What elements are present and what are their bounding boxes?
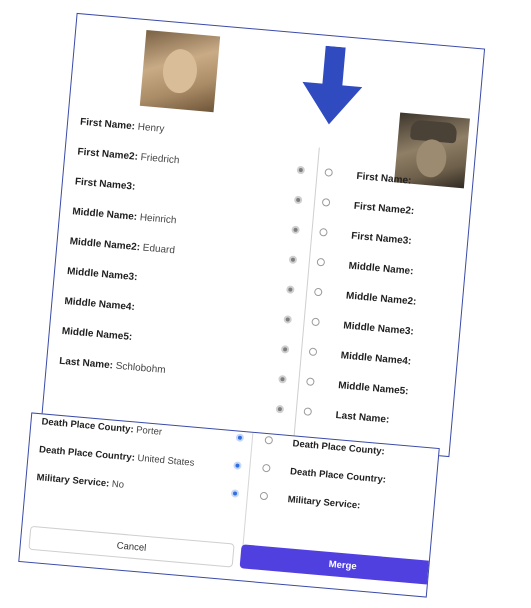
field-label: First Name: [79, 116, 133, 133]
field-right: Death Place Country:: [289, 466, 387, 486]
radio-left-selected[interactable]: [286, 285, 295, 294]
field-label: Middle Name5: [337, 380, 406, 397]
field-label: Middle Name5: [61, 325, 130, 343]
down-arrow-icon: [302, 45, 363, 125]
merge-card-top: First Name: Henry First Name2: Friedrich…: [40, 12, 486, 458]
face-shape: [161, 47, 199, 95]
field-right: First Name2:: [353, 200, 415, 218]
radio-left-selected[interactable]: [293, 195, 303, 205]
field-left: Middle Name3:: [66, 266, 138, 284]
field-left: First Name: Henry: [79, 116, 165, 135]
merge-button[interactable]: Merge: [239, 544, 440, 587]
field-label: Last Name: [58, 355, 111, 372]
field-label: First Name3: [74, 176, 133, 193]
field-label: First Name: [355, 170, 409, 187]
field-value: Eduard: [142, 242, 176, 257]
field-left: Military Service: No: [36, 472, 125, 491]
field-value: No: [111, 478, 125, 491]
field-value: Schlobohm: [115, 360, 167, 377]
radio-right[interactable]: [321, 198, 331, 207]
radio-left-selected[interactable]: [230, 489, 240, 498]
cancel-button[interactable]: Cancel: [28, 525, 235, 568]
radio-right[interactable]: [259, 491, 269, 501]
field-label: Middle Name2: [69, 236, 138, 254]
field-label: First Name3: [350, 230, 409, 247]
radio-left-selected[interactable]: [283, 315, 293, 324]
radio-left-selected[interactable]: [291, 225, 300, 235]
radio-right[interactable]: [319, 227, 328, 237]
field-value: United States: [136, 452, 195, 469]
field-label: Last Name: [335, 410, 387, 426]
field-right: Middle Name5:: [337, 380, 409, 398]
radio-right[interactable]: [264, 435, 274, 445]
field-right: Last Name:: [335, 410, 390, 426]
field-label: Death Place Country: [289, 466, 384, 486]
radio-left-selected[interactable]: [235, 433, 245, 443]
radio-left-selected[interactable]: [278, 374, 287, 384]
field-left: First Name3:: [74, 176, 136, 193]
field-left: Middle Name: Heinrich: [71, 206, 177, 227]
radio-right[interactable]: [316, 257, 326, 267]
field-left: Middle Name2: Eduard: [69, 236, 176, 257]
field-label: First Name2: [77, 146, 136, 163]
radio-left-selected[interactable]: [233, 461, 242, 470]
radio-right[interactable]: [308, 347, 318, 357]
field-value: Henry: [137, 121, 165, 135]
field-left: First Name2: Friedrich: [77, 146, 180, 167]
field-label: First Name2: [353, 200, 412, 217]
person-photo-left: [139, 30, 221, 113]
radio-right[interactable]: [311, 317, 320, 327]
field-right: Middle Name:: [348, 260, 414, 278]
field-right: Middle Name3:: [342, 320, 415, 338]
field-value: Friedrich: [140, 152, 180, 167]
radio-left-selected[interactable]: [275, 404, 285, 414]
radio-right[interactable]: [313, 287, 323, 297]
field-label: Middle Name3: [342, 320, 411, 338]
radio-right[interactable]: [303, 407, 313, 416]
field-label: Middle Name2: [345, 290, 414, 308]
field-value: Heinrich: [139, 212, 177, 227]
field-left: Last Name: Schlobohm: [58, 355, 167, 377]
radio-left-selected[interactable]: [280, 345, 290, 354]
radio-right[interactable]: [306, 377, 315, 387]
radio-right[interactable]: [262, 463, 271, 473]
field-label: Middle Name4: [63, 295, 132, 313]
field-label: Military Service: [287, 494, 358, 512]
field-right: Military Service:: [287, 494, 361, 512]
radio-right[interactable]: [324, 168, 334, 177]
field-value: Porter: [135, 424, 163, 438]
field-label: Military Service: [36, 472, 107, 490]
field-label: Middle Name4: [340, 350, 409, 368]
field-right: Middle Name2:: [345, 290, 417, 308]
field-right: First Name:: [355, 170, 412, 187]
field-left: Death Place Country: United States: [38, 444, 195, 469]
field-label: Death Place County: [292, 438, 382, 458]
field-label: Middle Name3: [66, 266, 135, 283]
field-right: Middle Name4:: [340, 350, 412, 368]
field-label: Death Place Country: [38, 444, 133, 464]
field-label: Death Place County: [41, 416, 131, 436]
radio-left-selected[interactable]: [296, 165, 306, 175]
field-right: First Name3:: [350, 230, 413, 247]
field-label: Middle Name: [348, 260, 411, 277]
field-left: Middle Name4:: [63, 295, 136, 314]
radio-left-selected[interactable]: [288, 255, 298, 265]
field-label: Middle Name: [71, 206, 135, 223]
field-right: Death Place County:: [292, 438, 386, 458]
field-left: Middle Name5:: [61, 325, 133, 343]
